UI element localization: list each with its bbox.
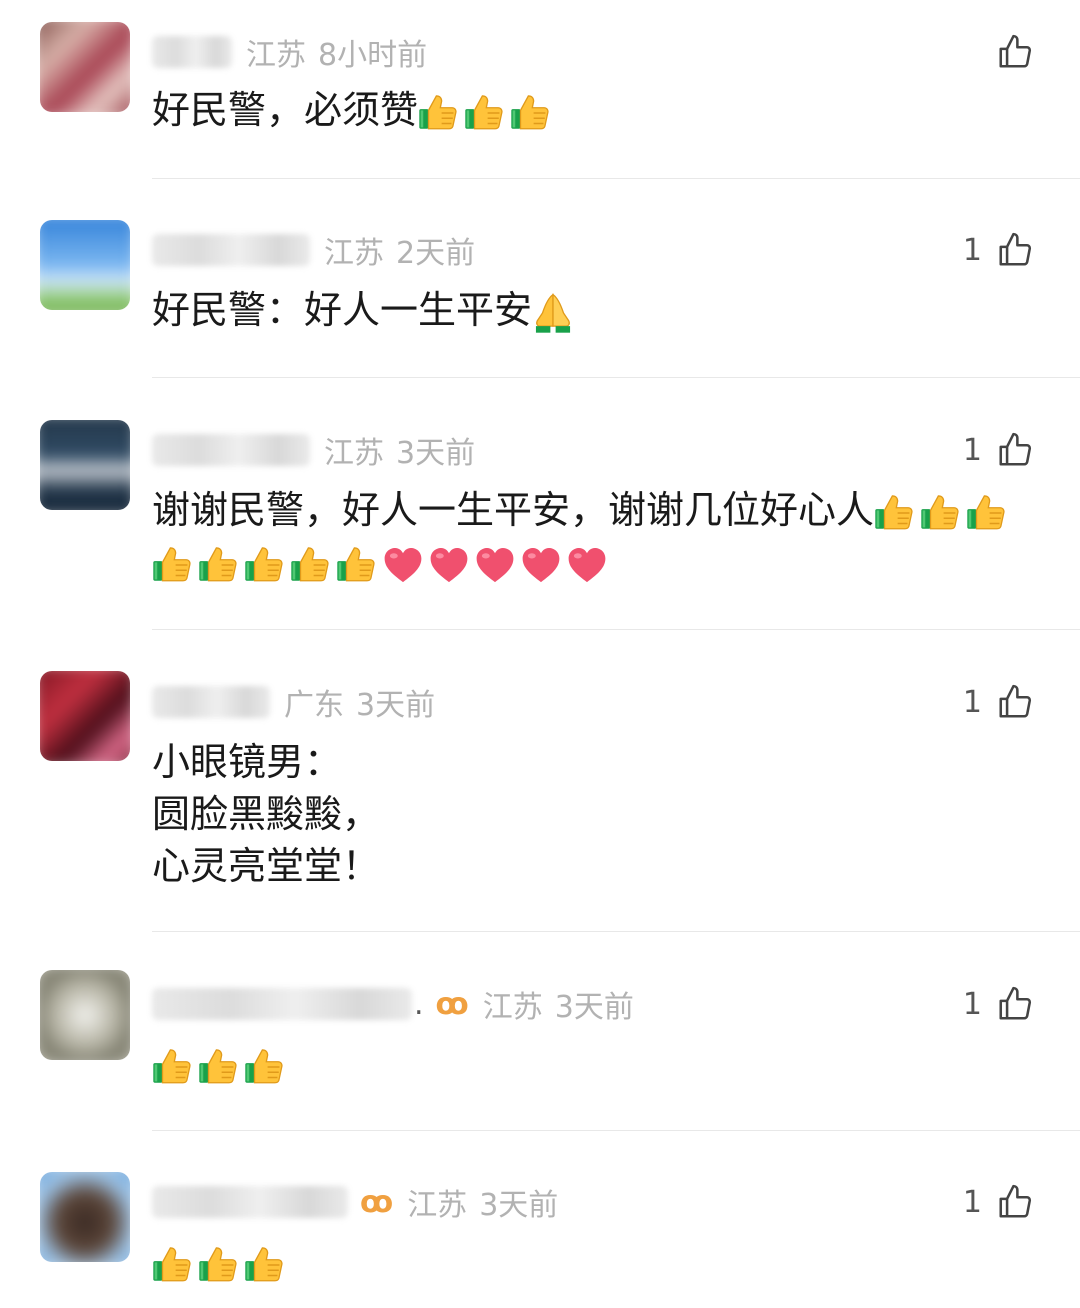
divider <box>152 377 1080 378</box>
vip-badge-icon: ꝏ <box>435 986 469 1022</box>
thumbs-up-emoji-icon <box>511 94 549 129</box>
comment-location: 江苏 <box>407 1188 468 1223</box>
like-count: 1 <box>962 684 982 720</box>
divider <box>152 931 1080 932</box>
name-ellipsis: . <box>414 986 424 1022</box>
comment-location: 江苏 <box>246 38 306 73</box>
like-button[interactable]: 1 <box>963 680 1034 724</box>
comment-time: 3天前 <box>396 436 476 471</box>
thumbs-up-outline-icon <box>999 986 1032 1020</box>
emoji-group <box>152 1042 290 1086</box>
avatar[interactable] <box>40 220 130 310</box>
comment-text: 好民警：好人一生平安 <box>152 284 1040 336</box>
folded-hands-emoji-icon <box>535 292 571 333</box>
thumbs-up-emoji-icon <box>419 94 457 129</box>
thumbs-up-emoji-icon <box>921 494 959 529</box>
thumbs-up-emoji-icon <box>337 546 375 581</box>
thumbs-up-emoji-icon <box>199 1048 237 1083</box>
username-blurred[interactable] <box>152 36 232 68</box>
thumbs-up-emoji-icon <box>465 94 503 129</box>
comment-time: 3天前 <box>356 688 436 723</box>
emoji-group <box>152 1240 290 1284</box>
thumbs-up-emoji-icon <box>245 546 283 581</box>
thumbs-up-emoji-icon <box>875 494 913 529</box>
like-button[interactable]: 1 <box>963 428 1034 472</box>
like-count: 1 <box>962 1184 982 1220</box>
thumbs-up-emoji-icon <box>245 1048 283 1083</box>
comment-text: 谢谢民警，好人一生平安，谢谢几位好心人 <box>152 484 1040 588</box>
username-blurred[interactable] <box>152 686 270 718</box>
avatar[interactable] <box>40 671 130 761</box>
heart-emoji-icon <box>384 547 422 582</box>
like-button[interactable] <box>982 30 1034 74</box>
emoji-group <box>418 88 556 132</box>
heart-emoji-icon <box>568 547 606 582</box>
username-blurred[interactable] <box>152 988 412 1020</box>
thumbs-up-outline-icon <box>999 232 1032 266</box>
comment-text-content: 谢谢民警，好人一生平安，谢谢几位好心人 <box>152 488 875 532</box>
thumbs-up-emoji-icon <box>199 546 237 581</box>
emoji-group <box>874 488 1012 532</box>
comment-text-content: 小眼镜男： 圆脸黑黢黢， 心灵亮堂堂！ <box>152 740 381 888</box>
username-blurred[interactable] <box>152 1186 348 1218</box>
thumbs-up-emoji-icon <box>245 1246 283 1281</box>
like-count: 1 <box>962 986 982 1022</box>
vip-badge-icon: ꝏ <box>360 1184 394 1220</box>
comment-time: 8小时前 <box>318 38 428 73</box>
avatar[interactable] <box>40 970 130 1060</box>
like-count: 1 <box>962 232 982 268</box>
thumbs-up-outline-icon <box>999 432 1032 466</box>
comment-location: 江苏 <box>324 436 384 471</box>
thumbs-up-emoji-icon <box>291 546 329 581</box>
comment-text: 好民警，必须赞 <box>152 84 1040 136</box>
thumbs-up-emoji-icon <box>153 1048 191 1083</box>
comment-location: 江苏 <box>324 236 384 271</box>
emoji-group <box>532 288 578 333</box>
divider <box>152 178 1080 179</box>
thumbs-up-outline-icon <box>999 684 1032 718</box>
thumbs-up-emoji-icon <box>199 1246 237 1281</box>
avatar[interactable] <box>40 420 130 510</box>
thumbs-up-outline-icon <box>999 1184 1032 1218</box>
thumbs-up-emoji-icon <box>153 1246 191 1281</box>
like-count: 1 <box>962 432 982 468</box>
thumbs-up-emoji-icon <box>967 494 1005 529</box>
divider <box>152 1130 1080 1131</box>
thumbs-up-emoji-icon <box>153 546 191 581</box>
comment-location: 广东 <box>284 688 344 723</box>
avatar[interactable] <box>40 1172 130 1262</box>
emoji-group <box>152 540 612 584</box>
username-blurred[interactable] <box>152 434 310 466</box>
like-button[interactable]: 1 <box>963 228 1034 272</box>
heart-emoji-icon <box>430 547 468 582</box>
comment-time: 2天前 <box>396 236 476 271</box>
comment-text <box>152 1236 1040 1288</box>
username-blurred[interactable] <box>152 234 310 266</box>
comment-text <box>152 1038 1040 1090</box>
comment-text-content: 好民警，必须赞 <box>152 88 419 132</box>
heart-emoji-icon <box>522 547 560 582</box>
comment-text-content: 好民警：好人一生平安 <box>152 288 533 332</box>
avatar[interactable] <box>40 22 130 112</box>
heart-emoji-icon <box>476 547 514 582</box>
thumbs-up-outline-icon <box>999 34 1032 68</box>
comment-location: 江苏 <box>482 990 543 1025</box>
comment-time: 3天前 <box>479 1188 559 1223</box>
comment-time: 3天前 <box>554 990 634 1025</box>
like-button[interactable]: 1 <box>963 1180 1034 1224</box>
like-button[interactable]: 1 <box>963 982 1034 1026</box>
comment-text: 小眼镜男： 圆脸黑黢黢， 心灵亮堂堂！ <box>152 736 1040 892</box>
divider <box>152 629 1080 630</box>
